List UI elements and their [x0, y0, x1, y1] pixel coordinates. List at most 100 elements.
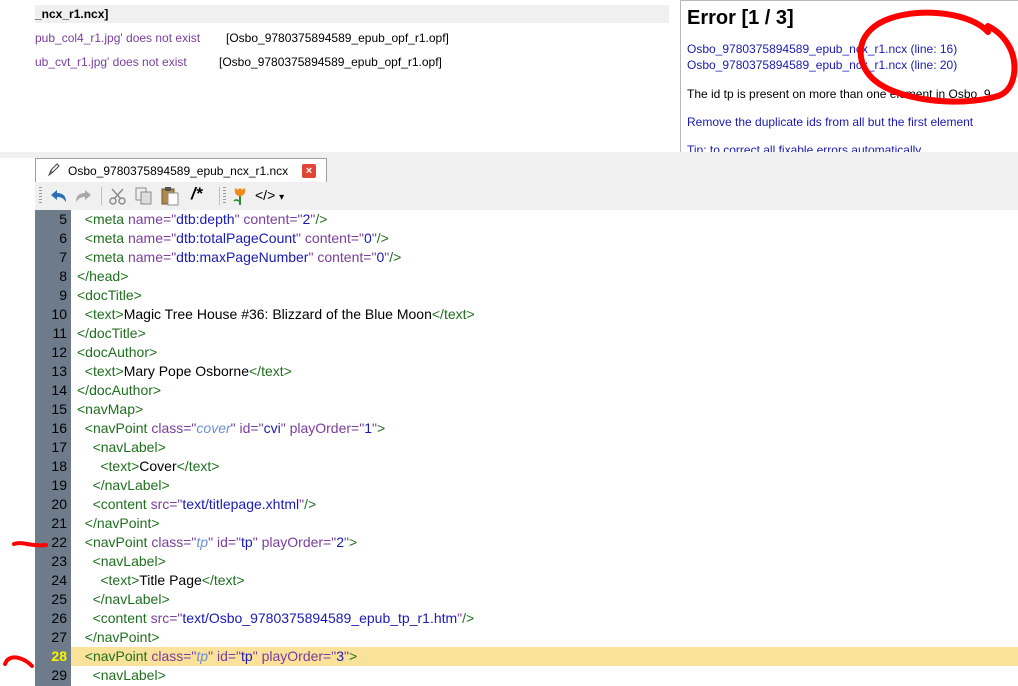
code-line[interactable]: 16 <navPoint class="cover" id="cvi" play…	[35, 419, 1018, 438]
code-token: </head>	[77, 268, 129, 284]
insert-tag-button[interactable]: </> ▾	[255, 187, 284, 203]
code-token: <meta	[84, 230, 128, 246]
code-token: 3	[336, 648, 345, 664]
code-line[interactable]: 7 <meta name="dtb:maxPageNumber" content…	[35, 248, 1018, 267]
code-line[interactable]: 15 <navMap>	[35, 400, 1018, 419]
code-token: </text>	[176, 458, 220, 474]
line-number: 24	[51, 572, 67, 588]
line-text: <navLabel>	[77, 666, 166, 685]
line-text: <navPoint class="cover" id="cvi" playOrd…	[77, 419, 385, 438]
code-line[interactable]: 28 <navPoint class="tp" id="tp" playOrde…	[35, 647, 1018, 666]
code-token: class=	[151, 534, 192, 550]
line-number: 27	[51, 629, 67, 645]
code-token: >	[377, 420, 386, 436]
code-line[interactable]: 5 <meta name="dtb:depth" content="2"/>	[35, 210, 1018, 229]
code-line[interactable]: 26 <content src="text/Osbo_9780375894589…	[35, 609, 1018, 628]
editor-tab-label: Osbo_9780375894589_epub_ncx_r1.ncx	[68, 164, 289, 178]
code-line[interactable]: 6 <meta name="dtb:totalPageCount" conten…	[35, 229, 1018, 248]
line-text: <content src="text/titlepage.xhtml"/>	[77, 495, 317, 514]
code-token: playOrder=	[257, 534, 332, 550]
line-number: 20	[51, 496, 67, 512]
line-number: 29	[51, 667, 67, 683]
code-line[interactable]: 10 <text>Magic Tree House #36: Blizzard …	[35, 305, 1018, 324]
line-number: 28	[51, 648, 67, 664]
redo-icon	[76, 190, 91, 202]
code-token: </navLabel>	[92, 591, 170, 607]
copy-button[interactable]	[133, 186, 155, 206]
line-number: 16	[51, 420, 67, 436]
red-mark-line-28	[3, 655, 34, 668]
results-file-header[interactable]: _ncx_r1.ncx]	[35, 5, 669, 23]
code-token: id=	[235, 420, 259, 436]
line-number: 7	[59, 249, 67, 265]
code-line[interactable]: 23 <navLabel>	[35, 552, 1018, 571]
code-token: </docTitle>	[77, 325, 146, 341]
editor-toolbar: /* </> ▾	[35, 182, 1018, 210]
result-file: [Osbo_9780375894589_epub_opf_r1.opf]	[226, 31, 449, 45]
code-token: playOrder=	[285, 420, 360, 436]
paste-button[interactable]	[159, 186, 181, 206]
close-tab-icon[interactable]: ×	[302, 164, 316, 178]
line-text: <meta name="dtb:totalPageCount" content=…	[77, 229, 389, 248]
code-line[interactable]: 13 <text>Mary Pope Osborne</text>	[35, 362, 1018, 381]
code-token: >	[349, 534, 358, 550]
code-token: <meta	[84, 211, 128, 227]
toolbar-grip[interactable]	[39, 187, 42, 205]
code-token: playOrder=	[257, 648, 332, 664]
code-line[interactable]: 9 <docTitle>	[35, 286, 1018, 305]
line-text: <navLabel>	[77, 552, 166, 571]
line-text: <docAuthor>	[77, 343, 157, 362]
code-token: />	[389, 249, 402, 265]
code-token: dtb:totalPageCount	[176, 230, 297, 246]
undo-button[interactable]	[47, 186, 69, 206]
editor-tab[interactable]: Osbo_9780375894589_epub_ncx_r1.ncx ×	[35, 158, 327, 182]
code-line[interactable]: 14 </docAuthor>	[35, 381, 1018, 400]
code-line[interactable]: 8 </head>	[35, 267, 1018, 286]
code-line[interactable]: 20 <content src="text/titlepage.xhtml"/>	[35, 495, 1018, 514]
redo-button[interactable]	[73, 186, 95, 206]
line-text: <navLabel>	[77, 438, 166, 457]
code-line[interactable]: 18 <text>Cover</text>	[35, 457, 1018, 476]
result-message: pub_col4_r1.jpg' does not exist	[35, 31, 201, 45]
line-number: 5	[59, 211, 67, 227]
code-line[interactable]: 27 </navPoint>	[35, 628, 1018, 647]
code-token: <text>	[84, 306, 124, 322]
code-token: <navPoint	[84, 420, 152, 436]
code-line[interactable]: 19 </navLabel>	[35, 476, 1018, 495]
code-token: 2	[336, 534, 345, 550]
comment-button[interactable]: /*	[191, 184, 202, 204]
code-token: tp	[196, 534, 209, 550]
cut-button[interactable]	[107, 186, 129, 206]
code-line[interactable]: 17 <navLabel>	[35, 438, 1018, 457]
code-editor[interactable]: 5 <meta name="dtb:depth" content="2"/> 6 …	[35, 210, 1018, 686]
line-text: </head>	[77, 267, 128, 286]
spellcheck-button[interactable]	[229, 186, 251, 206]
error-fix-link[interactable]: Remove the duplicate ids from all but th…	[687, 115, 973, 129]
undo-icon	[51, 190, 66, 202]
code-line[interactable]: 22 <navPoint class="tp" id="tp" playOrde…	[35, 533, 1018, 552]
code-token: src=	[150, 610, 178, 626]
line-number: 15	[51, 401, 67, 417]
line-text: </navPoint>	[77, 628, 160, 647]
tulip-icon	[233, 188, 246, 205]
code-line[interactable]: 29 <navLabel>	[35, 666, 1018, 685]
code-line[interactable]: 21 </navPoint>	[35, 514, 1018, 533]
code-line[interactable]: 24 <text>Title Page</text>	[35, 571, 1018, 590]
code-token: />	[315, 211, 328, 227]
code-line[interactable]: 12 <docAuthor>	[35, 343, 1018, 362]
code-line[interactable]: 11 </docTitle>	[35, 324, 1018, 343]
toolbar-grip[interactable]	[223, 187, 226, 205]
code-token: content=	[301, 230, 360, 246]
code-token: <navLabel>	[92, 553, 166, 569]
code-line[interactable]: 25 </navLabel>	[35, 590, 1018, 609]
result-file: [Osbo_9780375894589_epub_opf_r1.opf]	[219, 55, 442, 69]
line-number: 10	[51, 306, 67, 322]
